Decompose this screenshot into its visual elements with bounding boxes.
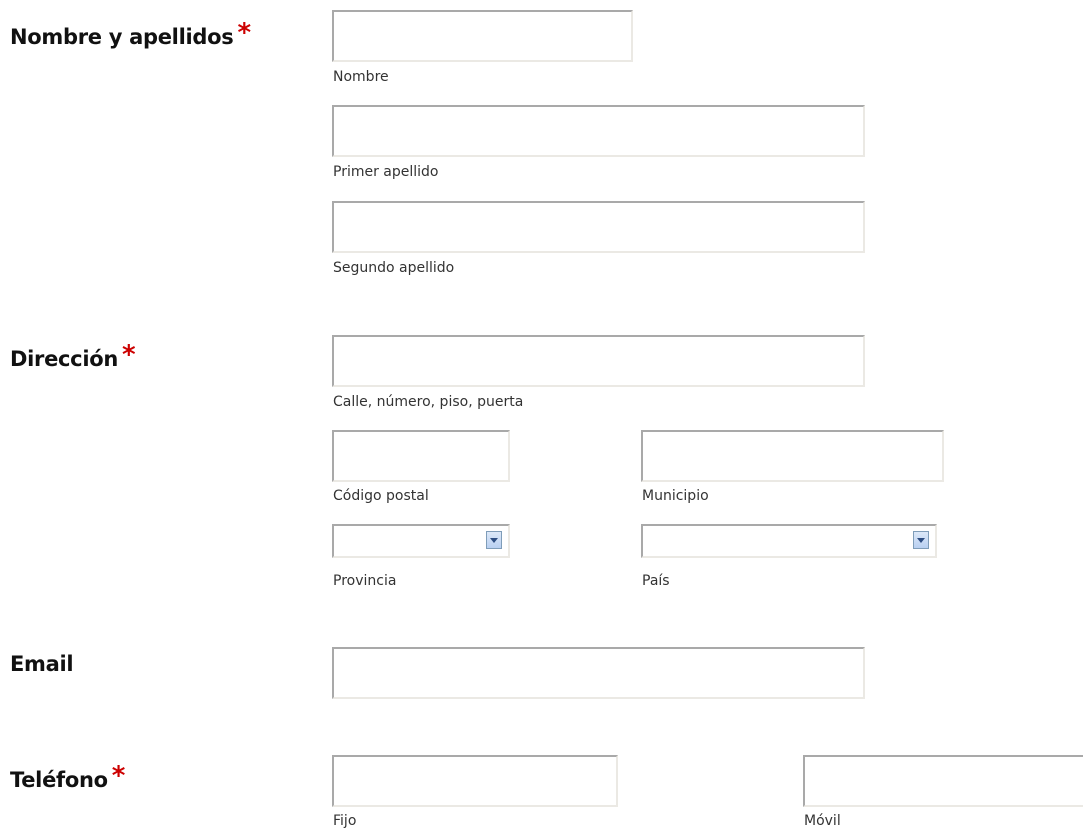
direccion-label-text: Dirección (10, 347, 119, 371)
required-marker: * (122, 340, 136, 370)
required-marker: * (111, 761, 126, 791)
primer-apellido-input[interactable] (332, 105, 865, 157)
chevron-down-icon[interactable] (913, 531, 929, 549)
contact-form: Nombre y apellidos * Nombre Primer apelli… (0, 0, 1083, 833)
provincia-hint: Provincia (333, 573, 397, 589)
nombre-hint: Nombre (333, 69, 389, 85)
email-label: Email (10, 652, 74, 676)
segundo-apellido-input[interactable] (332, 201, 865, 253)
municipio-input[interactable] (641, 430, 944, 482)
required-marker: * (237, 18, 251, 48)
codigo-postal-input[interactable] (332, 430, 510, 482)
direccion-label: Dirección * (10, 340, 136, 373)
email-input[interactable] (332, 647, 865, 699)
email-label-text: Email (10, 652, 74, 676)
pais-select[interactable] (641, 524, 937, 558)
fijo-hint: Fijo (333, 813, 357, 829)
chevron-down-icon[interactable] (486, 531, 502, 549)
primer-apellido-hint: Primer apellido (333, 164, 439, 180)
telefono-label: Teléfono * (10, 761, 126, 794)
nombre-apellidos-label-text: Nombre y apellidos (10, 25, 234, 49)
provincia-select[interactable] (332, 524, 510, 558)
fijo-input[interactable] (332, 755, 618, 807)
pais-hint: País (642, 573, 670, 589)
segundo-apellido-hint: Segundo apellido (333, 260, 455, 276)
nombre-input[interactable] (332, 10, 633, 62)
municipio-hint: Municipio (642, 488, 709, 504)
nombre-apellidos-label: Nombre y apellidos * (10, 18, 251, 51)
movil-hint: Móvil (804, 813, 841, 829)
movil-input[interactable] (803, 755, 1083, 807)
telefono-label-text: Teléfono (10, 768, 108, 792)
codigo-postal-hint: Código postal (333, 488, 429, 504)
calle-input[interactable] (332, 335, 865, 387)
calle-hint: Calle, número, piso, puerta (333, 394, 524, 410)
